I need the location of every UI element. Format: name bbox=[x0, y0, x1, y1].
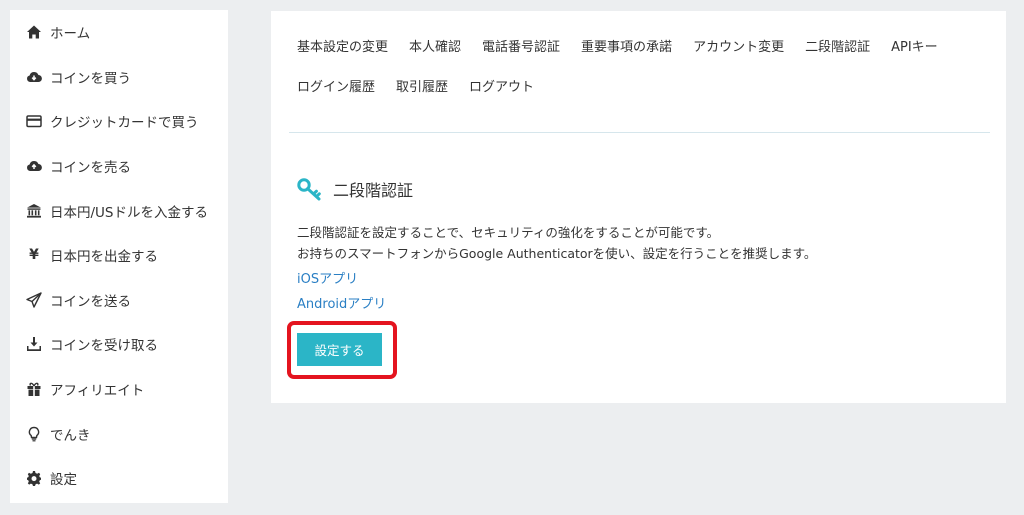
bank-icon bbox=[24, 201, 44, 221]
gear-icon bbox=[24, 468, 44, 488]
home-icon bbox=[24, 22, 44, 42]
tab-two-factor-auth[interactable]: 二段階認証 bbox=[805, 36, 870, 59]
tab-login-history[interactable]: ログイン履歴 bbox=[297, 76, 375, 99]
tab-basic-settings[interactable]: 基本設定の変更 bbox=[297, 36, 388, 59]
sidebar-item-label: 設定 bbox=[50, 472, 77, 489]
setup-button[interactable]: 設定する bbox=[297, 333, 382, 366]
key-icon bbox=[297, 178, 321, 201]
cloud-download-icon bbox=[24, 67, 44, 87]
sidebar-item-receive-coin[interactable]: コインを受け取る bbox=[10, 322, 228, 367]
android-app-link[interactable]: Androidアプリ bbox=[297, 293, 386, 312]
sidebar-item-home[interactable]: ホーム bbox=[10, 10, 228, 55]
tab-logout[interactable]: ログアウト bbox=[469, 76, 534, 99]
sidebar-item-send-coin[interactable]: コインを送る bbox=[10, 278, 228, 323]
settings-tabs: 基本設定の変更 本人確認 電話番号認証 重要事項の承諾 アカウント変更 二段階認… bbox=[297, 36, 987, 99]
description-line: 二段階認証を設定することで、セキュリティの強化をすることが可能です。 bbox=[297, 225, 720, 240]
sidebar-item-label: コインを売る bbox=[50, 160, 131, 177]
tab-phone-verification[interactable]: 電話番号認証 bbox=[482, 36, 560, 59]
sidebar-item-affiliate[interactable]: アフィリエイト bbox=[10, 367, 228, 412]
sidebar-item-label: コインを買う bbox=[50, 70, 131, 87]
sidebar-item-settings[interactable]: 設定 bbox=[10, 456, 228, 501]
gift-icon bbox=[24, 379, 44, 399]
sidebar-item-electricity[interactable]: でんき bbox=[10, 411, 228, 456]
ios-app-link[interactable]: iOSアプリ bbox=[297, 268, 358, 287]
sidebar-item-withdraw[interactable]: ¥ 日本円を出金する bbox=[10, 233, 228, 278]
sidebar-item-label: コインを受け取る bbox=[50, 338, 158, 355]
section-header: 二段階認証 bbox=[297, 177, 413, 201]
main-panel: 基本設定の変更 本人確認 電話番号認証 重要事項の承諾 アカウント変更 二段階認… bbox=[271, 11, 1006, 403]
yen-icon: ¥ bbox=[29, 247, 39, 264]
sidebar-item-label: ホーム bbox=[50, 26, 91, 43]
sidebar-item-label: クレジットカードで買う bbox=[50, 115, 199, 132]
sidebar-item-label: でんき bbox=[50, 427, 91, 444]
sidebar-item-buy-coin[interactable]: コインを買う bbox=[10, 55, 228, 100]
description-line: お持ちのスマートフォンからGoogle Authenticatorを使い、設定を… bbox=[297, 246, 817, 261]
lightbulb-icon bbox=[24, 424, 44, 444]
tab-account-change[interactable]: アカウント変更 bbox=[693, 36, 784, 59]
divider bbox=[289, 132, 990, 133]
credit-card-icon bbox=[24, 111, 44, 131]
section-title: 二段階認証 bbox=[333, 181, 414, 200]
sidebar: ホーム コインを買う クレジットカードで買う コインを売る 日本円/USドルを入… bbox=[10, 10, 228, 503]
sidebar-item-label: 日本円を出金する bbox=[50, 249, 158, 266]
download-tray-icon bbox=[24, 334, 44, 354]
cloud-upload-icon bbox=[24, 156, 44, 176]
tab-trade-history[interactable]: 取引履歴 bbox=[396, 76, 448, 99]
tab-identity-verification[interactable]: 本人確認 bbox=[409, 36, 461, 59]
tab-important-terms[interactable]: 重要事項の承諾 bbox=[581, 36, 672, 59]
sidebar-item-label: コインを送る bbox=[50, 293, 131, 310]
section-description: 二段階認証を設定することで、セキュリティの強化をすることが可能です。 お持ちのス… bbox=[297, 222, 987, 264]
paper-plane-icon bbox=[24, 290, 44, 310]
sidebar-item-label: アフィリエイト bbox=[50, 383, 145, 400]
sidebar-item-credit-card[interactable]: クレジットカードで買う bbox=[10, 99, 228, 144]
sidebar-item-deposit[interactable]: 日本円/USドルを入金する bbox=[10, 188, 228, 233]
sidebar-item-label: 日本円/USドルを入金する bbox=[50, 204, 208, 221]
tab-api-key[interactable]: APIキー bbox=[891, 36, 938, 59]
sidebar-item-sell-coin[interactable]: コインを売る bbox=[10, 144, 228, 189]
